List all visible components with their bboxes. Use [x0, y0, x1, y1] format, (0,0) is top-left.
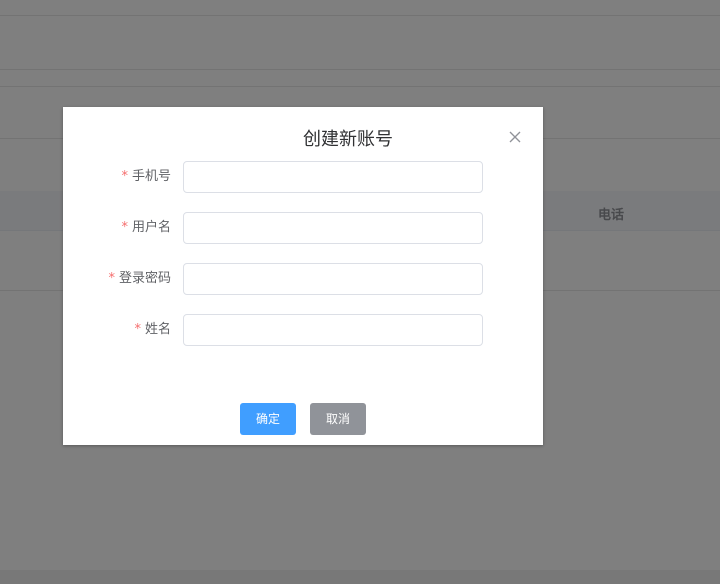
name-label: * 姓名	[134, 322, 171, 337]
name-input[interactable]	[183, 314, 483, 346]
cancel-button[interactable]: 取消	[310, 403, 366, 435]
create-account-dialog: 创建新账号 * 手机号 * 用户名 * 登录密码 * 姓名 确定 取消	[63, 107, 543, 445]
password-label: * 登录密码	[108, 271, 171, 286]
required-mark: *	[134, 322, 141, 337]
confirm-button[interactable]: 确定	[240, 403, 296, 435]
required-mark: *	[121, 220, 128, 235]
form-row-username: * 用户名	[63, 212, 543, 244]
phone-label: * 手机号	[121, 169, 171, 184]
username-label: * 用户名	[121, 220, 171, 235]
required-mark: *	[108, 271, 115, 286]
username-input[interactable]	[183, 212, 483, 244]
close-icon[interactable]	[507, 129, 523, 145]
password-input[interactable]	[183, 263, 483, 295]
form-row-password: * 登录密码	[63, 263, 543, 295]
required-mark: *	[121, 169, 128, 184]
phone-input[interactable]	[183, 161, 483, 193]
form-row-name: * 姓名	[63, 314, 543, 346]
form-row-phone: * 手机号	[63, 161, 543, 193]
dialog-title: 创建新账号	[303, 129, 393, 150]
